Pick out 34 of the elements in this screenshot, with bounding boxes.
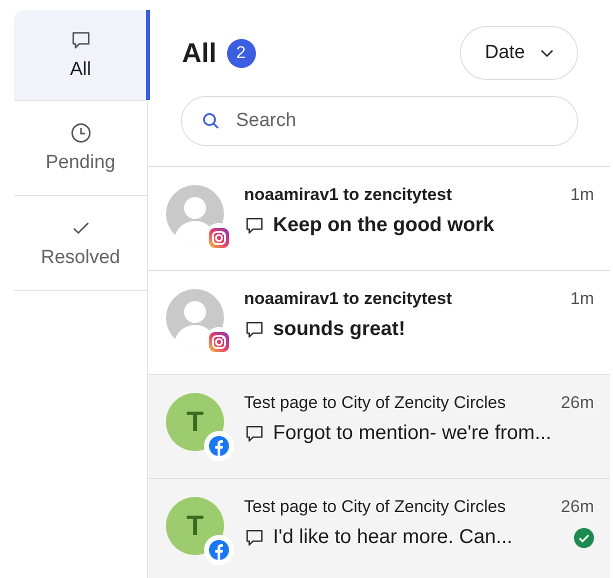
list-title: All	[182, 38, 217, 68]
timestamp: 26m	[560, 393, 594, 413]
instagram-icon	[208, 227, 230, 249]
conversation-participants: noaamirav1 to zencitytest	[244, 289, 452, 309]
message-preview: sounds great!	[273, 318, 406, 341]
instagram-icon	[208, 331, 230, 353]
conversation-participants: noaamirav1 to zencitytest	[244, 185, 452, 205]
timestamp: 1m	[570, 289, 594, 309]
search-icon	[201, 111, 221, 131]
chat-icon	[70, 29, 92, 51]
sort-dropdown[interactable]: Date	[460, 26, 578, 80]
timestamp: 26m	[560, 497, 594, 517]
search-field[interactable]: Search	[181, 96, 578, 146]
sidebar-tab[interactable]: All	[14, 10, 147, 101]
comment-icon	[244, 215, 265, 236]
facebook-icon	[208, 539, 230, 561]
message-preview: Keep on the good work	[273, 214, 494, 237]
avatar: T	[166, 497, 224, 555]
comment-icon	[244, 319, 265, 340]
clock-icon	[70, 122, 92, 144]
comment-icon	[244, 423, 265, 444]
avatar	[166, 289, 224, 347]
comment-icon	[244, 527, 265, 548]
conversation-item[interactable]: T Test page to City of Zencity Circles 26m Forgot to mention- we're from...	[148, 375, 610, 479]
conversation-participants: Test page to City of Zencity Circles	[244, 393, 506, 413]
message-preview: Forgot to mention- we're from...	[273, 422, 552, 445]
conversation-item[interactable]: T Test page to City of Zencity Circles 26m I'd like to hear more. Can...	[148, 479, 610, 578]
timestamp: 1m	[570, 185, 594, 205]
message-preview: I'd like to hear more. Can...	[273, 526, 512, 549]
count-badge: 2	[226, 38, 256, 68]
facebook-icon	[208, 435, 230, 457]
avatar	[166, 185, 224, 243]
conversation-participants: Test page to City of Zencity Circles	[244, 497, 506, 517]
avatar: T	[166, 393, 224, 451]
